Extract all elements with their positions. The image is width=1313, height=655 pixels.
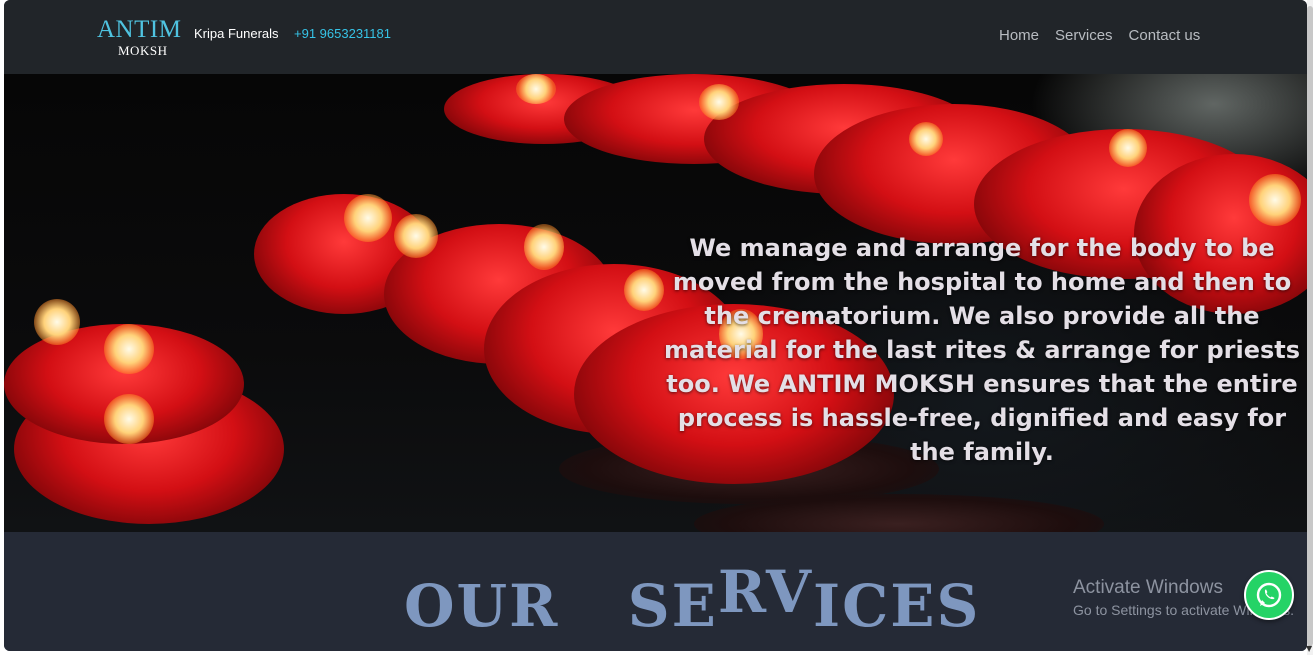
scrollbar-thumb[interactable] [1307, 6, 1313, 646]
page-scrollbar[interactable]: ▼ [1306, 0, 1313, 655]
flame [104, 324, 154, 374]
flame [524, 224, 564, 270]
whatsapp-button[interactable] [1244, 570, 1294, 620]
services-title: OUR SERVICES [404, 558, 978, 651]
brand-subtitle: Kripa Funerals [194, 26, 279, 41]
nav-home[interactable]: Home [999, 27, 1039, 45]
flame [104, 394, 154, 444]
navbar: ANTIM MOKSH Kripa Funerals +91 965323118… [4, 0, 1307, 74]
whatsapp-icon [1256, 582, 1282, 608]
services-title-se: SE [627, 572, 718, 640]
nav-services[interactable]: Services [1055, 27, 1113, 45]
hero-description: We manage and arrange for the body to be… [663, 234, 1301, 466]
flame [34, 299, 80, 345]
logo[interactable]: ANTIM MOKSH [97, 16, 193, 60]
nav-links: Home Services Contact us [999, 27, 1216, 45]
flame [344, 194, 392, 242]
hero-banner: We manage and arrange for the body to be… [4, 74, 1307, 532]
services-section: OUR SERVICES Activate Windows Go to Sett… [4, 532, 1307, 651]
services-title-word-our: OUR [404, 572, 560, 640]
services-title-rv: RV [717, 558, 813, 626]
page-frame: ANTIM MOKSH Kripa Funerals +91 965323118… [4, 0, 1307, 651]
flame [909, 122, 943, 156]
flame [1249, 174, 1301, 226]
scroll-down-arrow-icon[interactable]: ▼ [1306, 644, 1312, 653]
flame [516, 74, 556, 104]
nav-contact[interactable]: Contact us [1129, 27, 1201, 45]
logo-bottom-text: MOKSH [118, 43, 168, 58]
flame [1109, 129, 1147, 167]
phone-link[interactable]: +91 9653231181 [294, 26, 391, 41]
services-title-ices: ICES [812, 572, 981, 640]
flame [699, 84, 739, 120]
logo-top-text: ANTIM [97, 16, 182, 43]
flame [394, 214, 438, 258]
